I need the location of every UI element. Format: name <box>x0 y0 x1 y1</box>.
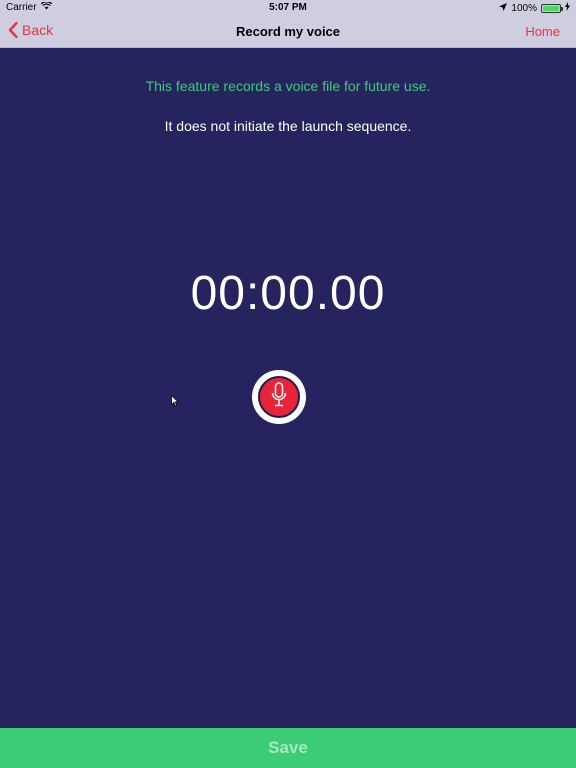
status-bar: Carrier 5:07 PM 100% <box>0 0 576 16</box>
battery-icon <box>541 3 563 13</box>
battery-percent: 100% <box>511 2 537 14</box>
battery-tip <box>561 6 563 11</box>
feature-description: This feature records a voice file for fu… <box>145 78 431 94</box>
microphone-icon <box>271 381 287 413</box>
save-button[interactable]: Save <box>0 728 576 768</box>
battery-level-fill <box>543 5 559 11</box>
navigation-bar: Back Record my voice Home <box>0 16 576 48</box>
location-arrow-icon <box>499 2 508 14</box>
charging-icon <box>565 2 570 14</box>
launch-notice: It does not initiate the launch sequence… <box>164 118 412 134</box>
back-label: Back <box>22 22 54 38</box>
back-button[interactable]: Back <box>8 22 53 38</box>
record-button-inner <box>258 376 300 418</box>
record-button[interactable] <box>252 370 306 424</box>
mouse-cursor-icon <box>171 394 180 412</box>
page-title: Record my voice <box>235 24 341 39</box>
recording-timer: 00:00.00 <box>190 267 386 320</box>
home-button[interactable]: Home <box>525 24 560 39</box>
status-time: 5:07 PM <box>269 2 307 13</box>
status-right: 100% <box>499 2 570 14</box>
save-label: Save <box>268 738 308 757</box>
chevron-left-icon <box>8 22 18 38</box>
